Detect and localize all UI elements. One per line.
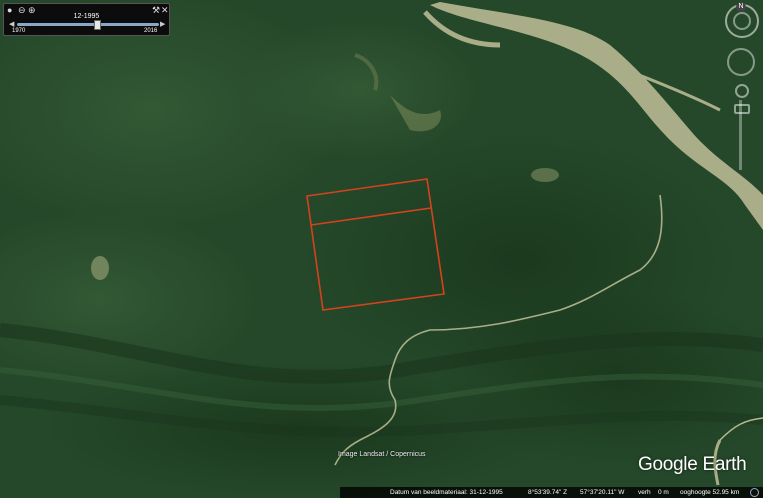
elevation-label: verh: [638, 489, 651, 496]
timebar-start-year: 1970: [12, 28, 26, 34]
longitude-readout: 57°37'20.11" W: [580, 489, 625, 496]
status-bar: Datum van beeldmateriaal: 31-12-1995 8°5…: [340, 487, 763, 498]
timebar-slider-thumb[interactable]: [93, 20, 101, 30]
timebar-prev-icon[interactable]: ◀: [9, 20, 14, 28]
google-earth-logo: Google Earth: [638, 454, 747, 475]
timebar-track[interactable]: [17, 23, 159, 26]
north-indicator[interactable]: N: [736, 2, 746, 12]
eye-altitude: ooghoogte 52.95 km: [680, 489, 740, 496]
satellite-map[interactable]: [0, 0, 763, 498]
street-view-person-icon[interactable]: [735, 84, 749, 98]
timebar-current-date: 12-1995: [73, 13, 100, 20]
timebar-end-year: 2016: [144, 28, 158, 34]
timebar-next-icon[interactable]: ▶: [160, 20, 165, 28]
compass-look-control[interactable]: [733, 12, 751, 30]
elevation-value: 0 m: [658, 489, 669, 496]
navigation-controls: N: [725, 2, 759, 174]
latitude-readout: 8°53'39.74" Z: [528, 489, 568, 496]
historical-imagery-timebar: ● ⊖ ⊕ ⚒ ✕ 12-1995 ◀ ▶ 1970 2016: [3, 3, 170, 36]
streaming-globe-icon: [750, 488, 759, 497]
zoom-slider-knob[interactable]: [734, 104, 750, 114]
imagery-date: Datum van beeldmateriaal: 31-12-1995: [390, 489, 503, 496]
imagery-attribution: Image Landsat / Copernicus: [338, 451, 426, 458]
move-joystick[interactable]: [727, 48, 755, 76]
